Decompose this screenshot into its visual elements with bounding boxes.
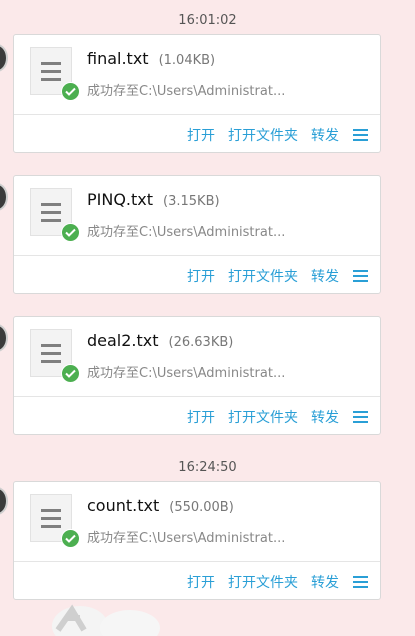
avatar[interactable] <box>0 183 8 211</box>
forward-button[interactable]: 转发 <box>311 125 339 145</box>
file-message-card: final.txt (1.04KB) 成功存至C:\Users\Administr… <box>13 34 381 153</box>
background-doodle <box>52 604 160 636</box>
forward-button[interactable]: 转发 <box>311 572 339 592</box>
open-button[interactable]: 打开 <box>187 266 215 286</box>
forward-button[interactable]: 转发 <box>311 407 339 427</box>
open-button[interactable]: 打开 <box>187 407 215 427</box>
avatar[interactable] <box>0 324 8 352</box>
action-bar: 打开 打开文件夹 转发 <box>174 572 368 592</box>
action-bar: 打开 打开文件夹 转发 <box>174 266 368 286</box>
file-message-card: count.txt (550.00B) 成功存至C:\Users\Administ… <box>13 481 381 600</box>
menu-icon[interactable] <box>353 576 368 588</box>
file-size: (550.00B) <box>169 500 234 515</box>
check-circle-icon <box>61 82 80 101</box>
action-bar: 打开 打开文件夹 转发 <box>174 407 368 427</box>
file-message-card: deal2.txt (26.63KB) 成功存至C:\Users\Administ… <box>13 316 381 435</box>
check-circle-icon <box>61 364 80 383</box>
file-name: PINQ.txt (3.15KB) <box>87 190 220 209</box>
avatar[interactable] <box>0 44 8 72</box>
forward-button[interactable]: 转发 <box>311 266 339 286</box>
avatar[interactable] <box>0 487 8 515</box>
file-message-card: PINQ.txt (3.15KB) 成功存至C:\Users\Administra… <box>13 175 381 294</box>
save-status: 成功存至C:\Users\Administrat... <box>87 366 286 381</box>
menu-icon[interactable] <box>353 270 368 282</box>
file-size: (3.15KB) <box>163 194 220 209</box>
check-circle-icon <box>61 529 80 548</box>
open-folder-button[interactable]: 打开文件夹 <box>228 407 298 427</box>
save-status: 成功存至C:\Users\Administrat... <box>87 531 286 546</box>
divider <box>14 561 380 562</box>
file-name: deal2.txt (26.63KB) <box>87 331 234 350</box>
action-bar: 打开 打开文件夹 转发 <box>174 125 368 145</box>
open-button[interactable]: 打开 <box>187 572 215 592</box>
open-folder-button[interactable]: 打开文件夹 <box>228 125 298 145</box>
open-folder-button[interactable]: 打开文件夹 <box>228 572 298 592</box>
save-status: 成功存至C:\Users\Administrat... <box>87 84 286 99</box>
save-status: 成功存至C:\Users\Administrat... <box>87 225 286 240</box>
file-name: count.txt (550.00B) <box>87 496 234 515</box>
check-circle-icon <box>61 223 80 242</box>
file-size: (1.04KB) <box>158 53 216 68</box>
divider <box>14 255 380 256</box>
timestamp: 16:24:50 <box>178 460 237 475</box>
menu-icon[interactable] <box>353 411 368 423</box>
menu-icon[interactable] <box>353 129 368 141</box>
divider <box>14 114 380 115</box>
open-folder-button[interactable]: 打开文件夹 <box>228 266 298 286</box>
file-name: final.txt (1.04KB) <box>87 49 216 68</box>
open-button[interactable]: 打开 <box>187 125 215 145</box>
divider <box>14 396 380 397</box>
file-size: (26.63KB) <box>168 335 234 350</box>
timestamp: 16:01:02 <box>178 13 237 28</box>
